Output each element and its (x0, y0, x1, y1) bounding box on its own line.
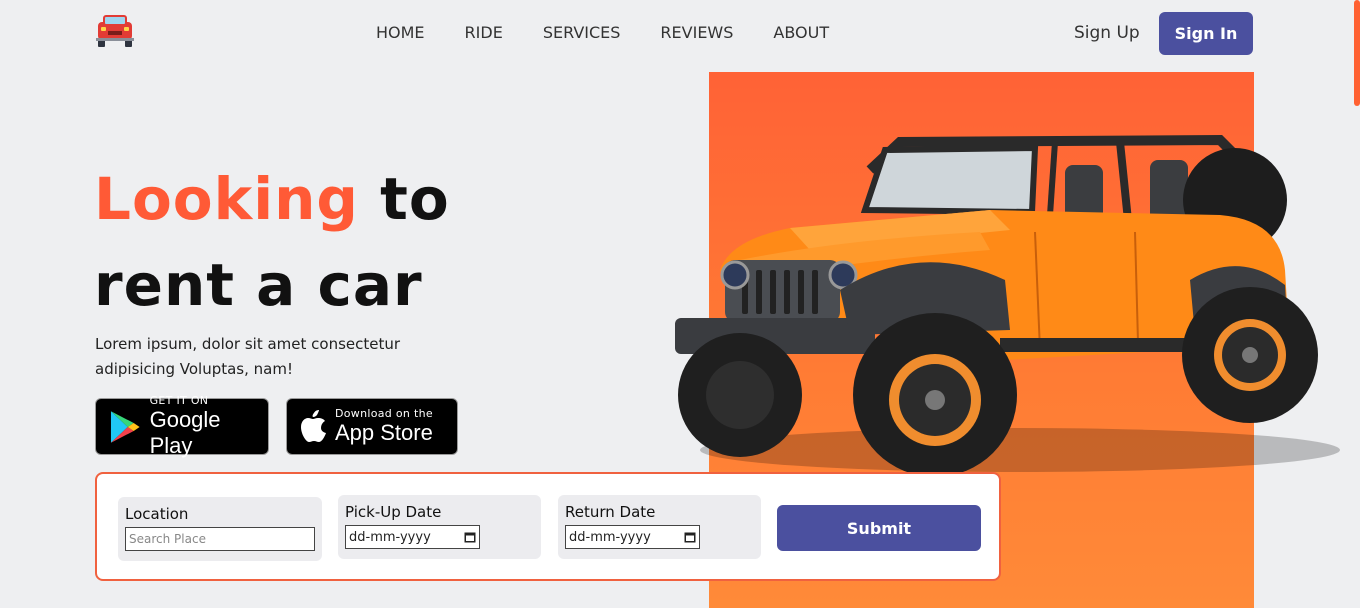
nav-services[interactable]: SERVICES (543, 22, 621, 44)
nav-about[interactable]: ABOUT (773, 22, 829, 44)
calendar-icon[interactable] (684, 531, 696, 543)
nav-reviews[interactable]: REVIEWS (660, 22, 733, 44)
google-play-button[interactable]: GET IT ON Google Play (95, 394, 269, 458)
main-nav: HOME RIDE SERVICES REVIEWS ABOUT (376, 22, 869, 44)
hero-subtitle: Lorem ipsum, dolor sit amet consectetur … (95, 335, 401, 378)
return-date-label: Return Date (565, 503, 656, 521)
pickup-date-field: Pick-Up Date dd-mm-yyyy (338, 495, 541, 559)
sign-in-button[interactable]: Sign In (1159, 12, 1253, 55)
app-store-big: App Store (335, 420, 433, 445)
location-input[interactable]: Search Place (125, 527, 315, 551)
apple-icon (301, 409, 326, 442)
hero-title: Looking to rent a car (94, 156, 594, 328)
hero-title-rest: to (358, 165, 450, 233)
hero-title-accent: Looking (94, 165, 359, 233)
return-date-input[interactable]: dd-mm-yyyy (565, 525, 700, 549)
submit-button[interactable]: Submit (777, 505, 981, 551)
pickup-date-input[interactable]: dd-mm-yyyy (345, 525, 480, 549)
return-date-field: Return Date dd-mm-yyyy (558, 495, 761, 559)
booking-form: Location Search Place Pick-Up Date dd-mm… (95, 472, 1001, 581)
return-date-value: dd-mm-yyyy (569, 529, 651, 545)
location-field: Location Search Place (118, 497, 322, 561)
pickup-date-value: dd-mm-yyyy (349, 529, 431, 545)
scrollbar-thumb[interactable] (1354, 0, 1360, 106)
nav-ride[interactable]: RIDE (465, 22, 503, 44)
app-store-small: Download on the (335, 407, 433, 420)
app-store-button[interactable]: Download on the App Store (286, 398, 458, 455)
google-play-small: GET IT ON (149, 394, 209, 407)
calendar-icon[interactable] (464, 531, 476, 543)
nav-home[interactable]: HOME (376, 22, 425, 44)
google-play-icon (110, 410, 140, 443)
location-label: Location (125, 505, 189, 523)
jeep-image (675, 134, 1340, 477)
google-play-big: Google Play (149, 407, 221, 458)
pickup-date-label: Pick-Up Date (345, 503, 442, 521)
sign-up-link[interactable]: Sign Up (1074, 22, 1140, 44)
car-logo-icon[interactable] (94, 12, 136, 48)
hero-title-line2: rent a car (94, 251, 423, 319)
